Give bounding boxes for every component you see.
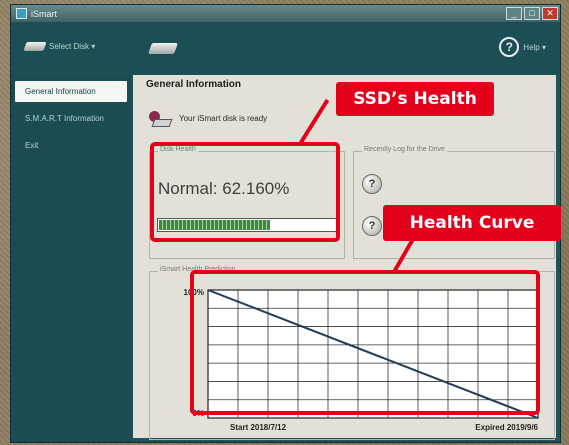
window-title: iSmart [31,8,58,19]
select-disk-label: Select Disk ▾ [49,42,96,51]
sidebar-item-exit[interactable]: Exit [15,135,127,156]
disk-icon [23,42,47,51]
minimize-button[interactable]: _ [506,7,522,20]
drive-button[interactable] [147,43,179,54]
question-icon[interactable]: ? [362,216,382,236]
question-icon[interactable]: ? [362,174,382,194]
drive-icon [147,43,179,54]
close-button[interactable]: ✕ [542,7,558,20]
health-highlight-frame [150,142,340,242]
x-tick-label: Start 2018/7/12 [230,423,287,432]
ssd-health-callout: SSD’s Health [336,82,494,116]
maximize-button[interactable]: □ [524,7,540,20]
sidebar-item-general-information[interactable]: General Information [15,81,127,102]
sidebar-item-smart-information[interactable]: S.M.A.R.T Information [15,108,127,129]
health-curve-callout: Health Curve [383,205,561,241]
page-title: General Information [146,79,242,90]
app-icon [16,8,27,19]
select-disk-button[interactable]: Select Disk ▾ [23,42,96,51]
help-label: Help ▾ [523,42,546,52]
status-text: Your iSmart disk is ready [179,113,268,123]
status-bar: Your iSmart disk is ready [141,105,331,131]
sidebar: General Information S.M.A.R.T Informatio… [11,75,131,442]
curve-highlight-frame [190,270,540,415]
help-button[interactable]: ? Help ▾ [499,37,546,57]
title-bar[interactable]: iSmart _ □ ✕ [11,5,560,22]
help-icon: ? [499,37,520,57]
recent-log-group-label: Recently Log for the Drive [362,146,447,153]
window-controls: _ □ ✕ [506,7,558,20]
toolbar: Select Disk ▾ ? Help ▾ [11,22,560,74]
x-tick-label: Expired 2019/9/6 [475,423,538,432]
disk-status-icon [147,109,169,127]
